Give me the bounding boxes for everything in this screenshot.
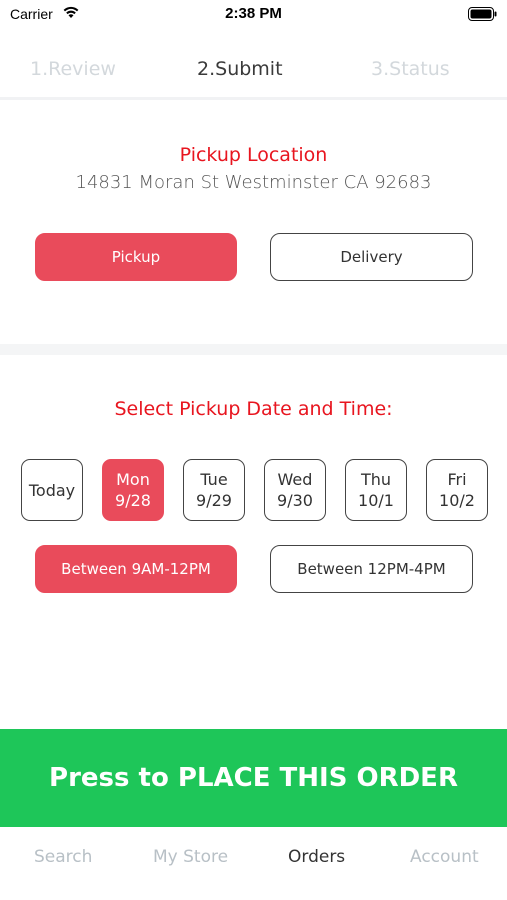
status-bar: Carrier 2:38 PM <box>0 0 507 30</box>
time-slot-morning-button[interactable]: Between 9AM-12PM <box>35 545 237 593</box>
day-label: Fri <box>447 470 467 489</box>
place-order-button[interactable]: Press to PLACE THIS ORDER <box>0 729 507 827</box>
day-date: 10/2 <box>439 491 475 510</box>
day-date: 10/1 <box>358 491 394 510</box>
day-mon[interactable]: Mon 9/28 <box>102 459 164 521</box>
step-status[interactable]: 3.Status <box>371 58 450 80</box>
day-wed[interactable]: Wed 9/30 <box>264 459 326 521</box>
day-label: Wed <box>277 470 313 489</box>
day-today[interactable]: Today <box>21 459 83 521</box>
day-thu[interactable]: Thu 10/1 <box>345 459 407 521</box>
day-fri[interactable]: Fri 10/2 <box>426 459 488 521</box>
tab-search[interactable]: Search <box>34 847 92 867</box>
day-label: Tue <box>200 470 228 489</box>
pickup-button[interactable]: Pickup <box>35 233 237 281</box>
time-slot-afternoon-button[interactable]: Between 12PM-4PM <box>270 545 473 593</box>
order-steps: 1.Review 2.Submit 3.Status <box>0 40 507 100</box>
step-review[interactable]: 1.Review <box>30 58 116 80</box>
day-label: Today <box>28 480 76 500</box>
day-date: 9/30 <box>277 491 313 510</box>
tab-account[interactable]: Account <box>410 847 479 867</box>
battery-icon <box>468 7 497 21</box>
pickup-location-address: 14831 Moran St Westminster CA 92683 <box>75 172 432 193</box>
day-label: Thu <box>360 470 392 489</box>
pickup-location-title: Pickup Location <box>179 144 328 166</box>
pickup-date-title: Select Pickup Date and Time: <box>114 398 393 420</box>
step-submit[interactable]: 2.Submit <box>197 58 283 80</box>
tab-bar: Search My Store Orders Account <box>0 827 507 900</box>
day-label: Mon <box>116 470 150 489</box>
day-tue[interactable]: Tue 9/29 <box>183 459 245 521</box>
day-date: 9/28 <box>115 491 151 510</box>
delivery-button[interactable]: Delivery <box>270 233 473 281</box>
day-date: 9/29 <box>196 491 232 510</box>
section-divider <box>0 344 507 355</box>
tab-orders[interactable]: Orders <box>288 847 345 867</box>
steps-divider <box>0 97 507 100</box>
tab-my-store[interactable]: My Store <box>153 847 228 867</box>
clock: 2:38 PM <box>225 5 282 22</box>
